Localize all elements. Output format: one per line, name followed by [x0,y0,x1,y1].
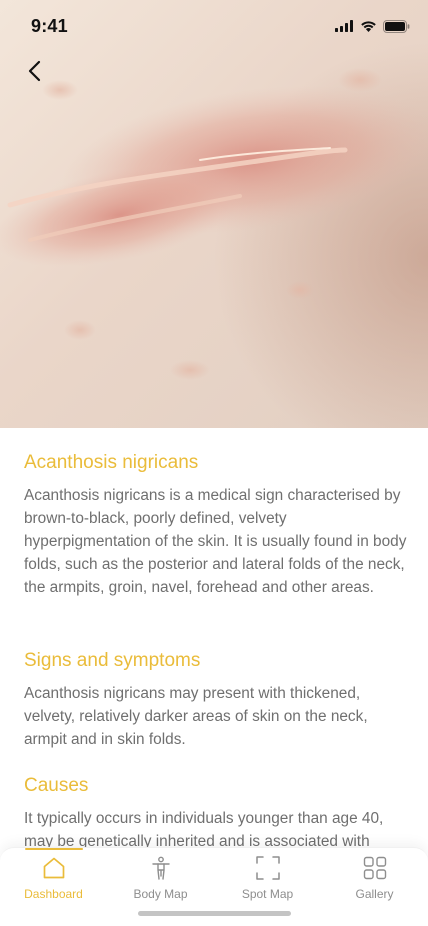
skin-photo [0,0,428,428]
cellular-signal-icon [335,20,353,32]
status-bar: 9:41 [0,0,428,54]
grid-icon [363,856,387,880]
tab-gallery[interactable]: Gallery [321,848,428,908]
tab-spot-map-label: Spot Map [241,887,294,901]
status-time: 9:41 [31,16,68,36]
tab-body-map-label: Body Map [133,887,188,901]
chevron-left-icon [28,60,41,82]
tab-spot-map[interactable]: Spot Map [214,848,321,908]
back-button[interactable] [18,56,52,86]
wifi-icon [361,21,376,32]
hero-image [0,0,428,428]
tab-dashboard[interactable]: Dashboard [0,848,107,908]
section-title-causes: Causes [24,775,89,796]
section-title-overview: Acanthosis nigricans [24,452,199,473]
tab-gallery-label: Gallery [355,887,394,901]
section-body-symptoms: Acanthosis nigricans may present with th… [24,685,368,749]
tab-dashboard-label: Dashboard [24,887,83,901]
status-icons [335,19,410,33]
home-icon [43,857,65,879]
screen: 9:41 Acanthosis nigricans Acanthosis nig… [0,0,428,926]
active-tab-indicator [25,848,83,850]
home-indicator[interactable] [138,911,291,916]
section-title-symptoms: Signs and symptoms [24,650,201,671]
tab-body-map[interactable]: Body Map [107,848,214,908]
battery-icon [383,19,410,33]
body-figure-icon [152,856,170,880]
scan-frame-icon [256,856,280,880]
section-body-overview: Acanthosis nigricans is a medical sign c… [24,487,407,597]
